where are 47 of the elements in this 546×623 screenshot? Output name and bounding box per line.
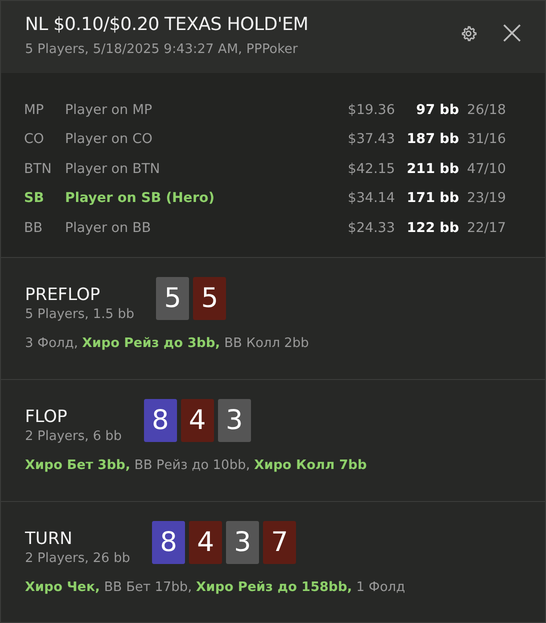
street-info: 2 Players, 6 bb [25,429,122,444]
action-summary: 3 Фолд, Хиро Рейз до 3bb, BB Колл 2bb [25,336,310,351]
player-stats: 26/18 [467,102,506,118]
window-title: NL $0.10/$0.20 TEXAS HOLD'EM [25,14,308,35]
stack-amount: $34.14 [346,190,395,206]
stack-bb: 187 bb [406,131,459,148]
player-stats: 47/10 [467,160,506,177]
action-summary: Хиро Бет 3bb, BB Рейз до 10bb, Хиро Колл 7bb [25,458,368,473]
playing-card: 4 [189,521,222,564]
street-name: TURN [25,529,74,549]
action-summary: Хиро Чек, BB Бет 17bb, Хиро Рейз до 158bb, 1 Фолд [25,580,406,595]
position-label: BB [24,220,44,236]
street-name: FLOP [25,407,68,427]
playing-card: 5 [156,277,190,320]
stack-amount: $42.15 [346,160,395,177]
hand-info: 5 Players, 5/18/2025 9:43:27 AM, PPPoker [25,42,299,57]
playing-card: 7 [263,521,296,564]
playing-card: 3 [226,521,260,564]
playing-card: 8 [152,521,186,564]
street-info: 5 Players, 1.5 bb [25,307,134,322]
stack-amount: $24.33 [346,220,395,236]
stack-bb: 211 bb [406,160,459,177]
player-stats: 31/16 [467,131,506,148]
player-name: Player on SB (Hero) [65,190,216,206]
street-name: PREFLOP [25,285,102,305]
player-name: Player on CO [65,131,154,148]
playing-card: 5 [193,277,226,320]
player-name: Player on BTN [65,160,162,177]
position-label: MP [24,102,45,118]
stack-bb: 171 bb [406,190,459,206]
player-stats: 22/17 [467,220,506,236]
close-icon[interactable] [503,24,521,42]
settings-icon[interactable] [460,24,477,42]
player-name: Player on BB [65,220,152,236]
stack-amount: $19.36 [346,102,395,118]
playing-card: 8 [144,399,177,442]
street-info: 2 Players, 26 bb [25,551,130,566]
position-label: BTN [24,160,53,177]
player-stats: 23/19 [467,190,506,206]
playing-card: 4 [180,399,214,442]
stack-bb: 97 bb [415,102,459,118]
stack-bb: 122 bb [406,220,459,236]
position-label: SB [24,190,46,206]
position-label: CO [24,131,46,148]
playing-card: 3 [218,399,251,442]
player-name: Player on MP [65,102,154,118]
stack-amount: $37.43 [346,131,395,148]
